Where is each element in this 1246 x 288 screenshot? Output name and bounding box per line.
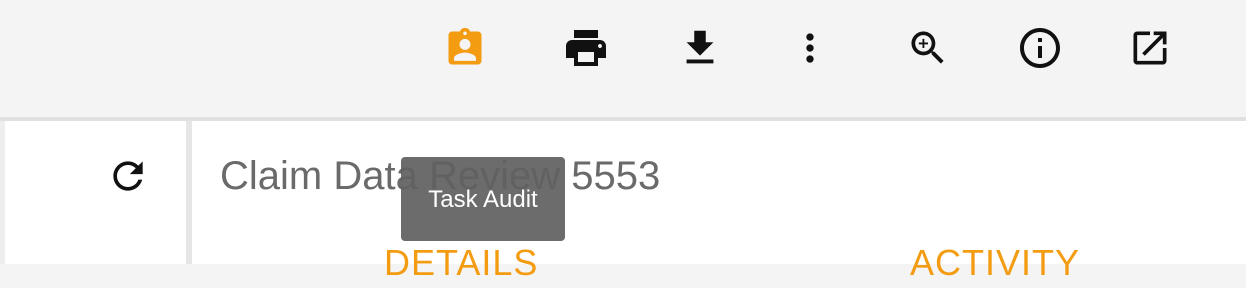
open-in-new-icon bbox=[1133, 31, 1167, 65]
print-button[interactable] bbox=[562, 24, 610, 72]
top-toolbar bbox=[0, 0, 1246, 118]
more-options-button[interactable] bbox=[786, 24, 834, 72]
zoom-in-button[interactable] bbox=[904, 24, 952, 72]
left-panel bbox=[0, 121, 186, 264]
download-button[interactable] bbox=[676, 24, 724, 72]
assigned-user-badge-icon bbox=[448, 27, 482, 65]
info-icon bbox=[1020, 28, 1060, 68]
refresh-icon bbox=[113, 161, 143, 191]
tab-details[interactable]: DETAILS bbox=[384, 238, 538, 288]
open-in-new-window-button[interactable] bbox=[1126, 24, 1174, 72]
left-panel-edge bbox=[0, 121, 5, 264]
print-icon bbox=[566, 30, 606, 66]
task-audit-button[interactable] bbox=[441, 24, 489, 72]
tab-activity[interactable]: ACTIVITY bbox=[910, 238, 1080, 288]
info-button[interactable] bbox=[1016, 24, 1064, 72]
refresh-button[interactable] bbox=[104, 152, 152, 200]
download-icon bbox=[686, 30, 714, 64]
task-audit-tooltip: Task Audit bbox=[401, 157, 565, 241]
more-vertical-icon bbox=[806, 33, 814, 63]
zoom-in-icon bbox=[911, 31, 944, 64]
